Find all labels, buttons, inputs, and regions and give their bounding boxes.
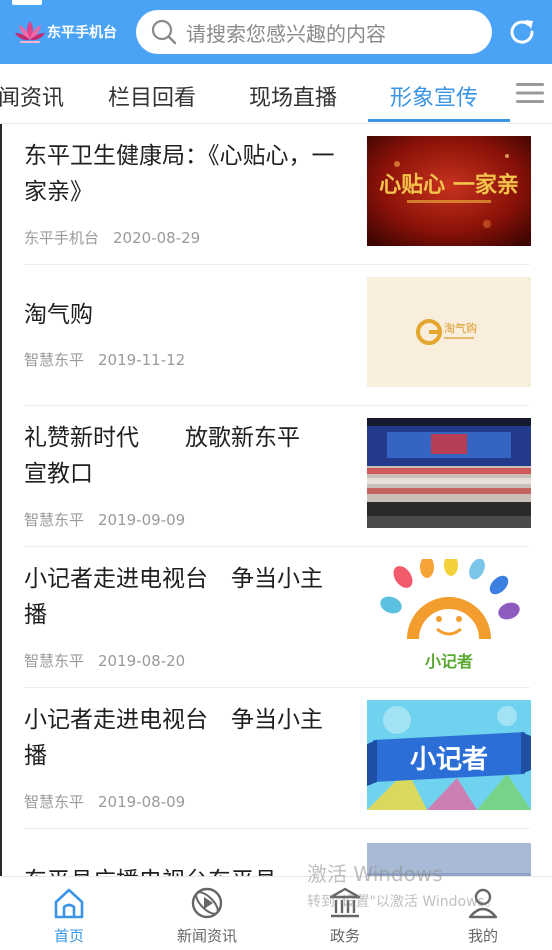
nav-profile[interactable]: 我的 xyxy=(414,877,552,950)
thumbnail-caption: 淘气购 xyxy=(444,321,477,335)
header-corner-mark xyxy=(12,0,42,5)
nav-label: 我的 xyxy=(467,927,498,945)
news-thumbnail: 心贴心 一家亲 xyxy=(367,136,531,246)
news-title: 小记者走进电视台 争当小主播 xyxy=(24,566,323,628)
top-header: 东平手机台 请搜索您感兴趣的内容 xyxy=(0,0,552,64)
list-item[interactable]: 东平县广播电视台东平县 xyxy=(0,829,552,876)
news-source: 智慧东平 xyxy=(24,511,85,529)
window-left-edge xyxy=(0,124,2,876)
news-title: 礼赞新时代 放歌新东平 宣教口 xyxy=(24,425,323,487)
thumbnail-caption: 小记者 xyxy=(410,745,488,775)
news-thumbnail xyxy=(367,418,531,528)
nav-home[interactable]: 首页 xyxy=(0,877,138,950)
list-item[interactable]: 东平卫生健康局：《心贴心，一家亲》 东平手机台 2020-08-29 心贴心 一家… xyxy=(0,124,552,265)
list-item[interactable]: 淘气购 智慧东平 2019-11-12 淘气购 xyxy=(0,265,552,406)
news-thumbnail: 小记者 xyxy=(367,559,531,669)
category-tab-bar: 闻资讯 栏目回看 现场直播 形象宣传 xyxy=(0,64,552,124)
menu-icon[interactable] xyxy=(514,80,546,106)
news-meta: 智慧东平 2019-09-09 xyxy=(24,509,185,530)
profile-icon xyxy=(468,888,498,919)
logo-text: 东平手机台 xyxy=(47,25,117,41)
tab-live[interactable]: 现场直播 xyxy=(249,80,337,112)
nav-government[interactable]: 政务 xyxy=(276,877,414,950)
news-meta: 智慧东平 2019-11-12 xyxy=(24,349,185,370)
news-title: 东平卫生健康局：《心贴心，一家亲》 xyxy=(24,143,335,205)
news-meta: 智慧东平 2019-08-09 xyxy=(24,791,185,812)
app-logo[interactable]: 东平手机台 xyxy=(14,18,117,46)
news-date: 2019-11-12 xyxy=(98,351,186,369)
news-source: 智慧东平 xyxy=(24,793,85,811)
list-item[interactable]: 小记者走进电视台 争当小主播 智慧东平 2019-08-09 小记者 xyxy=(0,688,552,829)
list-item[interactable]: 礼赞新时代 放歌新东平 宣教口 智慧东平 2019-09-09 xyxy=(0,406,552,547)
home-icon xyxy=(54,888,84,919)
tab-program-replay[interactable]: 栏目回看 xyxy=(108,80,196,112)
news-date: 2019-08-20 xyxy=(98,652,186,670)
search-icon xyxy=(151,19,177,45)
news-meta: 智慧东平 2019-08-20 xyxy=(24,650,185,671)
news-source: 东平手机台 xyxy=(24,229,100,247)
nav-label: 首页 xyxy=(53,927,84,945)
news-title: 小记者走进电视台 争当小主播 xyxy=(24,707,323,769)
active-tab-indicator xyxy=(368,119,510,122)
news-thumbnail xyxy=(367,843,531,876)
list-item[interactable]: 小记者走进电视台 争当小主播 智慧东平 2019-08-20 小记者 xyxy=(0,547,552,688)
search-input[interactable]: 请搜索您感兴趣的内容 xyxy=(136,10,492,54)
tab-image-promo[interactable]: 形象宣传 xyxy=(390,80,478,112)
search-placeholder: 请搜索您感兴趣的内容 xyxy=(186,21,386,46)
nav-label: 政务 xyxy=(329,927,360,945)
nav-news[interactable]: 新闻资讯 xyxy=(138,877,276,950)
news-title: 淘气购 xyxy=(24,302,93,328)
news-date: 2020-08-29 xyxy=(113,229,201,247)
tab-news[interactable]: 闻资讯 xyxy=(0,80,64,112)
news-date: 2019-09-09 xyxy=(98,511,186,529)
news-source: 智慧东平 xyxy=(24,351,85,369)
news-title: 东平县广播电视台东平县 xyxy=(24,863,336,876)
news-list: 东平卫生健康局：《心贴心，一家亲》 东平手机台 2020-08-29 心贴心 一家… xyxy=(0,124,552,876)
thumbnail-caption: 小记者 xyxy=(425,652,473,669)
nav-label: 新闻资讯 xyxy=(176,927,237,945)
news-thumbnail: 小记者 xyxy=(367,700,531,810)
news-icon xyxy=(191,887,223,919)
lotus-logo-icon xyxy=(15,21,45,43)
thumbnail-caption: 心贴心 一家亲 xyxy=(379,172,519,198)
news-source: 智慧东平 xyxy=(24,652,85,670)
news-thumbnail: 淘气购 xyxy=(367,277,531,387)
news-meta: 东平手机台 2020-08-29 xyxy=(24,227,200,248)
bottom-nav: 首页 新闻资讯 政务 我的 xyxy=(0,876,552,950)
government-icon xyxy=(329,887,361,918)
news-date: 2019-08-09 xyxy=(98,793,186,811)
refresh-icon[interactable] xyxy=(506,16,538,48)
